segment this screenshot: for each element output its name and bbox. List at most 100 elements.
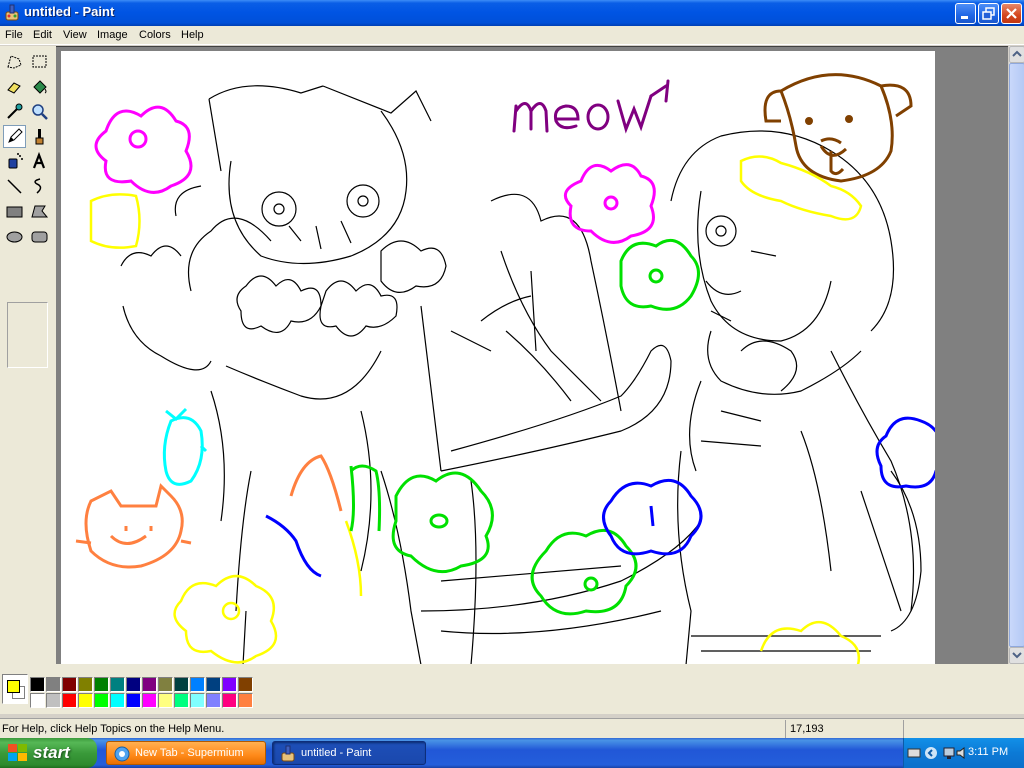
rectangle-icon — [6, 206, 23, 218]
palette-swatch[interactable] — [206, 677, 221, 692]
volume-icon[interactable] — [956, 746, 968, 760]
chevron-up-icon — [1012, 50, 1022, 57]
taskbar-item-label: untitled - Paint — [301, 747, 372, 759]
vertical-scrollbar[interactable] — [1008, 46, 1024, 664]
palette-swatch[interactable] — [238, 693, 253, 708]
minimize-button[interactable] — [955, 3, 976, 24]
select-icon — [32, 55, 47, 68]
palette-swatch[interactable] — [190, 693, 205, 708]
pencil-tool[interactable] — [3, 125, 26, 148]
scroll-down-button[interactable] — [1009, 647, 1024, 664]
pick-color-icon — [7, 103, 23, 119]
rectangle-tool[interactable] — [3, 200, 26, 223]
palette-swatch[interactable] — [158, 693, 173, 708]
restore-button[interactable] — [978, 3, 999, 24]
menu-help[interactable]: Help — [181, 29, 204, 41]
taskbar: start New Tab - Supermium untitled - Pai… — [0, 738, 1024, 768]
status-help-text: For Help, click Help Topics on the Help … — [2, 723, 225, 735]
palette-swatch[interactable] — [126, 677, 141, 692]
palette-swatch[interactable] — [78, 693, 93, 708]
palette-swatch[interactable] — [174, 693, 189, 708]
color-box — [0, 664, 1024, 714]
palette-swatch[interactable] — [30, 693, 45, 708]
palette-swatch[interactable] — [206, 693, 221, 708]
paint-window: untitled - Paint File Edit View Image Co… — [0, 0, 1024, 768]
menu-file[interactable]: File — [5, 29, 23, 41]
palette-swatch[interactable] — [174, 677, 189, 692]
palette-swatch[interactable] — [94, 677, 109, 692]
drawing-artwork: meow — [75, 73, 935, 665]
polygon-icon — [31, 205, 49, 218]
palette-swatch[interactable] — [46, 677, 61, 692]
polygon-tool[interactable] — [28, 200, 51, 223]
palette-swatch[interactable] — [222, 693, 237, 708]
taskbar-item-paint[interactable]: untitled - Paint — [272, 741, 426, 765]
menu-edit[interactable]: Edit — [33, 29, 52, 41]
palette-swatch[interactable] — [142, 693, 157, 708]
line-icon — [7, 179, 22, 194]
menu-image[interactable]: Image — [97, 29, 128, 41]
line-tool[interactable] — [3, 175, 26, 198]
menu-bar: File Edit View Image Colors Help — [0, 26, 1024, 45]
title-bar[interactable]: untitled - Paint — [0, 0, 1024, 26]
free-form-select-tool[interactable] — [3, 50, 26, 73]
fill-tool[interactable] — [28, 75, 51, 98]
text-icon — [32, 151, 46, 169]
taskbar-item-browser[interactable]: New Tab - Supermium — [106, 741, 266, 765]
eraser-tool[interactable] — [3, 75, 26, 98]
curve-icon — [34, 178, 42, 194]
palette-swatch[interactable] — [110, 693, 125, 708]
ellipse-tool[interactable] — [3, 225, 26, 248]
palette-swatch[interactable] — [62, 693, 77, 708]
free-form-select-icon — [7, 55, 22, 69]
pencil-icon — [8, 128, 23, 143]
cursor-coordinates: 17,193 — [790, 723, 824, 735]
select-tool[interactable] — [28, 50, 51, 73]
chevron-down-icon — [1012, 652, 1022, 659]
ellipse-icon — [6, 231, 23, 243]
minimize-icon — [961, 16, 968, 19]
keyboard-icon[interactable] — [907, 747, 921, 759]
palette-swatch[interactable] — [190, 677, 205, 692]
palette-swatch[interactable] — [62, 677, 77, 692]
scroll-up-button[interactable] — [1009, 46, 1024, 63]
magnifier-tool[interactable] — [28, 100, 51, 123]
chevron-left-icon[interactable] — [924, 746, 938, 760]
tool-options-box[interactable] — [7, 302, 48, 368]
brush-icon — [35, 129, 44, 145]
close-icon — [1006, 8, 1017, 19]
text-tool[interactable] — [28, 150, 51, 173]
tool-box — [0, 46, 56, 664]
palette-swatch[interactable] — [238, 677, 253, 692]
status-coords-panel: 17,193 — [785, 720, 903, 738]
orange-cat-drawing — [75, 454, 343, 569]
start-button[interactable]: start — [0, 738, 97, 768]
drawing-canvas[interactable]: meow — [61, 51, 935, 665]
close-button[interactable] — [1001, 3, 1022, 24]
cat-character-sketch — [120, 85, 702, 665]
paint-app-icon — [5, 4, 19, 21]
menu-view[interactable]: View — [63, 29, 87, 41]
brush-tool[interactable] — [28, 125, 51, 148]
start-label: start — [33, 743, 70, 762]
palette-swatch[interactable] — [94, 693, 109, 708]
palette-swatch[interactable] — [158, 677, 173, 692]
eraser-icon — [7, 82, 21, 94]
magnifier-icon — [32, 104, 48, 120]
palette-swatch[interactable] — [46, 693, 61, 708]
palette-swatch[interactable] — [142, 677, 157, 692]
menu-colors[interactable]: Colors — [139, 29, 171, 41]
palette-swatch[interactable] — [222, 677, 237, 692]
pick-color-tool[interactable] — [3, 100, 26, 123]
airbrush-tool[interactable] — [3, 150, 26, 173]
status-size-panel — [903, 720, 1024, 738]
palette-swatch[interactable] — [30, 677, 45, 692]
scroll-thumb[interactable] — [1009, 63, 1024, 647]
palette-swatch[interactable] — [110, 677, 125, 692]
system-tray: 3:11 PM — [903, 738, 1024, 768]
rounded-rectangle-tool[interactable] — [28, 225, 51, 248]
palette-swatch[interactable] — [78, 677, 93, 692]
network-icon[interactable] — [942, 746, 956, 760]
curve-tool[interactable] — [28, 175, 51, 198]
palette-swatch[interactable] — [126, 693, 141, 708]
